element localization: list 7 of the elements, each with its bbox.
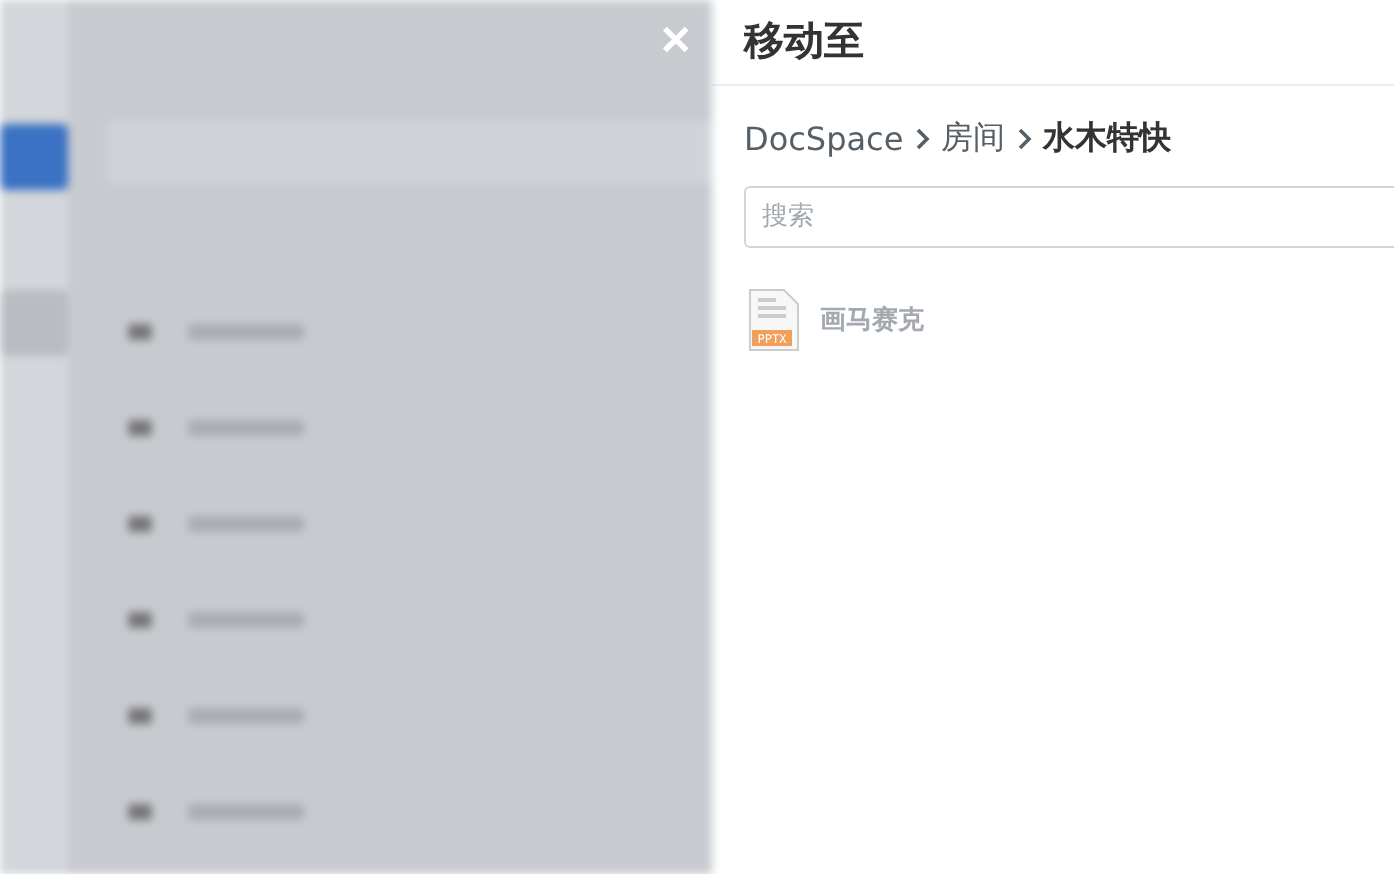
breadcrumb-item[interactable]: DocSpace [744, 120, 904, 158]
chevron-right-icon [915, 128, 930, 150]
breadcrumb-item[interactable]: 水木特快 [1043, 118, 1172, 160]
search-field[interactable]: 搜索 [744, 186, 1394, 248]
chevron-right-icon [1017, 128, 1032, 150]
breadcrumb-item[interactable]: 房间 [941, 118, 1006, 160]
panel-title: 移动至 [712, 0, 1394, 86]
